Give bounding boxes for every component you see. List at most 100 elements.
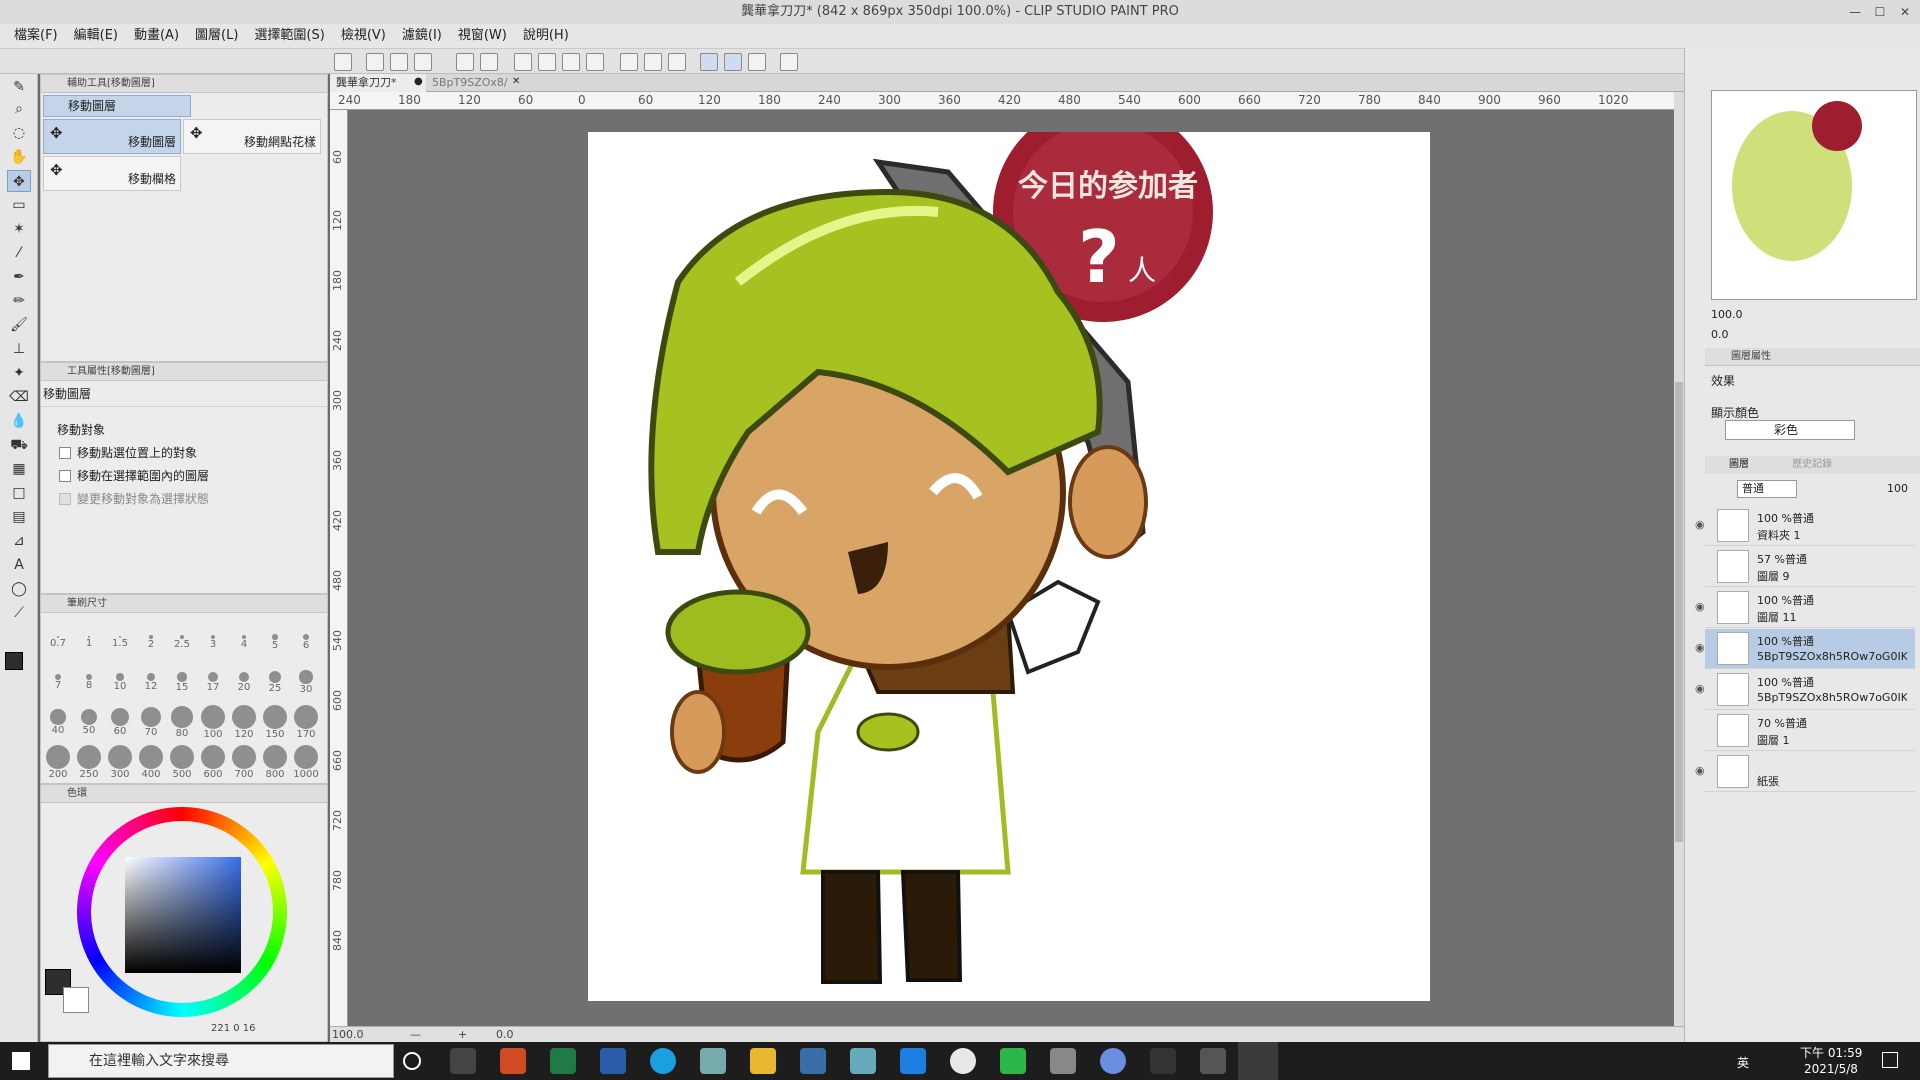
fill-bucket-icon[interactable]: ⛟: [7, 434, 31, 456]
pencil-icon[interactable]: ✏: [7, 290, 31, 312]
layer-row[interactable]: 100 %普通 5BpT9SZOx8h5ROw7oG0IK: [1705, 670, 1915, 710]
transform-icon[interactable]: [586, 53, 604, 71]
nav-zoom[interactable]: 100.0: [1711, 308, 1743, 321]
brush-icon[interactable]: 🖌: [7, 314, 31, 336]
brush-size-option[interactable]: 300: [105, 737, 135, 780]
brush-size-option[interactable]: 60: [105, 697, 135, 737]
redo-icon[interactable]: [480, 53, 498, 71]
blend-icon[interactable]: 💧: [7, 410, 31, 432]
help-icon[interactable]: [780, 53, 798, 71]
angle-value[interactable]: 0.0: [496, 1027, 514, 1042]
skype-icon[interactable]: [650, 1048, 676, 1074]
brush-size-option[interactable]: 1.5: [105, 617, 135, 655]
zoom-value[interactable]: 100.0: [332, 1027, 364, 1042]
powerpoint-icon[interactable]: [500, 1048, 526, 1074]
balloon-icon[interactable]: ◯: [7, 578, 31, 600]
snap-off-icon[interactable]: [620, 53, 638, 71]
notes-icon[interactable]: [850, 1048, 876, 1074]
zoom-tool-icon[interactable]: ⌕: [7, 98, 31, 120]
brush-size-option[interactable]: 3: [198, 617, 228, 655]
clip-studio-icon[interactable]: [1050, 1048, 1076, 1074]
snap-grid-icon[interactable]: [668, 53, 686, 71]
file-explorer-icon[interactable]: [750, 1048, 776, 1074]
eye-icon[interactable]: ◉: [1695, 764, 1709, 778]
eye-icon[interactable]: ◉: [1695, 641, 1709, 655]
notification-icon[interactable]: [1882, 1052, 1898, 1068]
eye-icon[interactable]: [1695, 559, 1709, 573]
brush-size-option[interactable]: 50: [74, 697, 104, 736]
brush-size-option[interactable]: 15: [167, 657, 197, 695]
option-move-at-point[interactable]: 移動點選位置上的對象: [59, 444, 327, 461]
selection-tool-icon[interactable]: ▭: [7, 194, 31, 216]
clock-time[interactable]: 下午 01:59: [1800, 1044, 1862, 1061]
brush-size-option[interactable]: 250: [74, 737, 104, 780]
navigator-thumbnail[interactable]: [1711, 90, 1917, 300]
clear-icon[interactable]: [514, 53, 532, 71]
menu-edit[interactable]: 編輯(E): [66, 24, 126, 48]
eraser-icon[interactable]: ⌫: [7, 386, 31, 408]
move-tool-icon[interactable]: ✥: [7, 170, 31, 192]
save-icon[interactable]: [414, 53, 432, 71]
checkbox[interactable]: [59, 469, 71, 482]
figure-icon[interactable]: □: [7, 482, 31, 504]
excel-icon[interactable]: [550, 1048, 576, 1074]
menu-help[interactable]: 說明(H): [515, 24, 577, 48]
taskbar-search[interactable]: 在這裡輸入文字來搜尋: [48, 1044, 394, 1078]
clear-outside-icon[interactable]: [538, 53, 556, 71]
canvas-scrollbar-vertical[interactable]: [1674, 92, 1684, 1026]
canvas-tab-inactive[interactable]: 5BpT9SZOx8/: [426, 74, 522, 92]
saturation-value-square[interactable]: [125, 857, 241, 973]
discord-icon[interactable]: [1200, 1048, 1226, 1074]
task-view-icon[interactable]: [450, 1048, 476, 1074]
brush-size-option[interactable]: 8: [74, 657, 104, 695]
word-icon[interactable]: [600, 1048, 626, 1074]
ruler-edit-icon[interactable]: [748, 53, 766, 71]
menu-window[interactable]: 視窗(W): [450, 24, 515, 48]
brush-size-option[interactable]: 200: [43, 737, 73, 780]
open-file-icon[interactable]: [390, 53, 408, 71]
snap-special-ruler-icon[interactable]: [700, 53, 718, 71]
correct-line-icon[interactable]: ⟋: [7, 602, 31, 624]
brush-size-option[interactable]: 4: [229, 617, 259, 655]
frame-icon[interactable]: ▤: [7, 506, 31, 528]
perspective-icon[interactable]: [724, 53, 742, 71]
brush-size-option[interactable]: 1000: [291, 737, 321, 780]
option-move-in-selection[interactable]: 移動在選擇範圍內的圖層: [59, 467, 327, 484]
ruler-icon[interactable]: ⊿: [7, 530, 31, 552]
fill-icon[interactable]: [562, 53, 580, 71]
brush-size-option[interactable]: 500: [167, 737, 197, 780]
brush-size-option[interactable]: 5: [260, 617, 290, 655]
brush-size-option[interactable]: 700: [229, 737, 259, 780]
checkbox[interactable]: [59, 446, 71, 459]
brush-size-option[interactable]: 7: [43, 657, 73, 695]
main-color-swatch[interactable]: [5, 652, 23, 670]
text-icon[interactable]: A: [7, 554, 31, 576]
brush-size-option[interactable]: 10: [105, 657, 135, 695]
brush-size-option[interactable]: 100: [198, 697, 228, 740]
menu-layer[interactable]: 圖層(L): [187, 24, 246, 48]
brush-size-option[interactable]: 20: [229, 657, 259, 695]
display-color-select[interactable]: 彩色: [1725, 420, 1855, 440]
close-icon[interactable]: ✕: [512, 76, 520, 87]
clock-date[interactable]: 2021/5/8: [1804, 1062, 1858, 1076]
subtool-group[interactable]: 移動圖層: [43, 95, 191, 117]
brush-size-option[interactable]: 120: [229, 697, 259, 740]
eye-icon[interactable]: ◉: [1695, 518, 1709, 532]
menu-animation[interactable]: 動畫(A): [126, 24, 187, 48]
option-select-target[interactable]: 變更移動對象為選擇狀態: [59, 490, 327, 507]
menu-select[interactable]: 選擇範圍(S): [246, 24, 332, 48]
clip-studio-paint-active-icon[interactable]: [1238, 1042, 1278, 1080]
close-icon[interactable]: ●: [414, 76, 423, 87]
chrome-icon[interactable]: [950, 1048, 976, 1074]
brush-size-option[interactable]: 70: [136, 697, 166, 738]
lasso-tool-icon[interactable]: ◌: [7, 122, 31, 144]
color-sub-preview[interactable]: [63, 987, 89, 1013]
magic-wand-icon[interactable]: ✶: [7, 218, 31, 240]
scroll-thumb[interactable]: [1675, 382, 1683, 842]
ime-indicator[interactable]: 英: [1737, 1054, 1749, 1071]
tab-layer[interactable]: 圖層: [1729, 459, 1749, 470]
layer-row[interactable]: 100 %普通 資料夾 1: [1705, 506, 1915, 546]
eye-icon[interactable]: ◉: [1695, 600, 1709, 614]
brush-size-option[interactable]: 150: [260, 697, 290, 740]
subtool-move-tone[interactable]: ✥ 移動網點花樣: [183, 119, 321, 154]
